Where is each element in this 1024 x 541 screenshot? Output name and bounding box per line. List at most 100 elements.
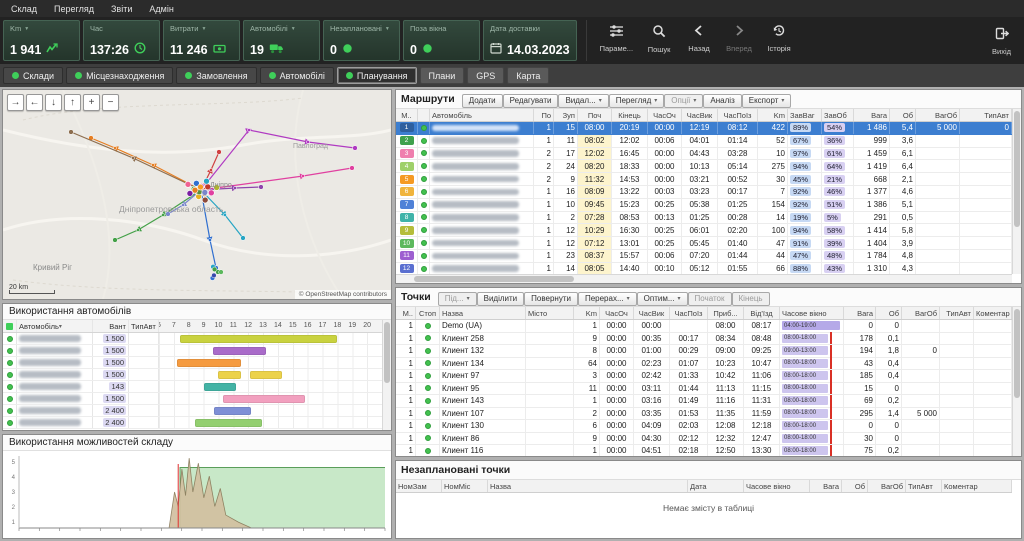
route-row[interactable]: 611608:0913:2200:0303:2300:17792%46%1 37…	[396, 186, 1012, 199]
menu-item[interactable]: Перегляд	[46, 3, 102, 15]
route-row[interactable]: 1011207:1213:0100:2505:4501:404791%39%1 …	[396, 237, 1012, 250]
panel-button[interactable]: Оптим...▾	[637, 292, 688, 306]
route-time-bar[interactable]	[177, 359, 241, 367]
column-header[interactable]: Коментар	[942, 480, 1012, 492]
pan-down-button[interactable]: ↓	[45, 94, 62, 111]
column-header[interactable]: Зуп	[554, 109, 578, 121]
stat-tile[interactable]: Дата доставки14.03.2023	[483, 20, 577, 61]
route-time-bar[interactable]	[204, 383, 237, 391]
gantt-row[interactable]: 2 400	[3, 417, 382, 429]
column-header[interactable]: ЧасОч	[648, 109, 682, 121]
route-row[interactable]: 911210:2916:3000:2506:0102:2010094%58%1 …	[396, 224, 1012, 237]
point-row[interactable]: 1Клиент 132800:0001:0000:2909:0009:2509:…	[396, 345, 1012, 358]
column-header[interactable]: ЧасОч	[600, 307, 634, 319]
point-row[interactable]: 1Клиент 107200:0003:3501:5311:3511:5908:…	[396, 408, 1012, 421]
settings-sliders-button[interactable]: Параме...	[595, 20, 638, 55]
route-row[interactable]: 1112308:3715:5700:0607:2001:444447%48%1 …	[396, 250, 1012, 263]
scrollbar-thumb[interactable]	[414, 276, 574, 282]
column-header[interactable]	[418, 109, 430, 121]
zoom-in-button[interactable]: +	[83, 94, 100, 111]
stat-tile[interactable]: Час137:26	[83, 20, 160, 61]
search-button[interactable]: Пошук	[640, 20, 678, 56]
column-header[interactable]: По	[534, 109, 554, 121]
point-row[interactable]: 1Клиент 86900:0004:3002:1212:3212:4708:0…	[396, 433, 1012, 446]
exit-button[interactable]: Вихід	[982, 23, 1021, 58]
point-row[interactable]: 1Клиент 143100:0003:1601:4911:1611:3108:…	[396, 395, 1012, 408]
scrollbar-thumb[interactable]	[1014, 111, 1020, 227]
scrollbar-thumb[interactable]	[1014, 309, 1020, 398]
pan-right-button[interactable]: →	[7, 94, 24, 111]
column-header[interactable]: Об	[890, 109, 916, 121]
tab-Замовлення[interactable]: Замовлення	[176, 67, 256, 84]
route-row[interactable]: 422408:2018:3300:0010:1305:1427594%64%1 …	[396, 160, 1012, 173]
route-time-bar[interactable]	[218, 371, 240, 379]
stat-tile[interactable]: Km▼1 941	[3, 20, 80, 61]
point-row[interactable]: 1Клиент 97300:0002:4201:3310:4211:0608:0…	[396, 370, 1012, 383]
history-button[interactable]: Історія	[760, 20, 798, 55]
route-time-bar[interactable]	[250, 371, 283, 379]
vehicle-type-column-header[interactable]: ТипАвт	[129, 320, 159, 332]
stat-tile[interactable]: Автомобілі▼19	[243, 20, 320, 61]
column-header[interactable]: Поч	[578, 109, 612, 121]
gantt-row[interactable]: 1 500	[3, 369, 382, 381]
point-row[interactable]: 1Клиент 258900:0000:3500:1708:3408:4808:…	[396, 333, 1012, 346]
column-header[interactable]: ЗавОб	[822, 109, 854, 121]
tab-Плани[interactable]: Плани	[420, 67, 465, 84]
column-header[interactable]: ТипАвт	[960, 109, 1012, 121]
column-header[interactable]: Часове вікно	[780, 307, 844, 319]
column-header[interactable]: Часове вікно	[744, 480, 810, 492]
tab-Склади[interactable]: Склади	[3, 67, 63, 84]
gantt-row[interactable]: 1 500	[3, 357, 382, 369]
menu-item[interactable]: Звіти	[103, 3, 140, 15]
gantt-row[interactable]: 1 500	[3, 345, 382, 357]
column-header[interactable]: Назва	[440, 307, 526, 319]
zoom-out-button[interactable]: −	[102, 94, 119, 111]
column-header[interactable]: Стоп	[416, 307, 440, 319]
point-row[interactable]: 1Клиент 1346400:0002:2301:0710:2310:4708…	[396, 358, 1012, 371]
column-header[interactable]: НомМіс	[442, 480, 488, 492]
column-header[interactable]: НомЗам	[396, 480, 442, 492]
stat-tile[interactable]: Поза вікна0	[403, 20, 480, 61]
panel-button[interactable]: Повернути	[524, 292, 578, 306]
point-row[interactable]: 1Клиент 116100:0004:5102:1812:5013:3008:…	[396, 445, 1012, 456]
route-time-bar[interactable]	[213, 347, 267, 355]
route-row[interactable]: 111508:0020:1900:0012:1908:1242289%54%1 …	[396, 122, 1012, 135]
gantt-row[interactable]: 1 500	[3, 333, 382, 345]
column-header[interactable]: ВагОб	[902, 307, 940, 319]
point-row[interactable]: 1Клиент 130600:0004:0902:0312:0812:1808:…	[396, 420, 1012, 433]
column-header[interactable]: М..	[396, 307, 416, 319]
column-header[interactable]: Вага	[810, 480, 842, 492]
column-header[interactable]: ВагОб	[868, 480, 906, 492]
panel-button[interactable]: Редагувати	[503, 94, 559, 108]
gantt-row[interactable]: 1 500	[3, 393, 382, 405]
route-row[interactable]: 52911:3214:5300:0003:2100:523045%21%6682…	[396, 173, 1012, 186]
column-header[interactable]: ЧасПоїз	[670, 307, 708, 319]
panel-button[interactable]: Перегляд▾	[609, 94, 665, 108]
panel-button[interactable]: Експорт▾	[742, 94, 792, 108]
point-row[interactable]: 1Клиент 951100:0003:1101:4411:1311:1508:…	[396, 383, 1012, 396]
routes-vertical-scrollbar[interactable]	[1012, 109, 1021, 274]
column-header[interactable]: М..	[396, 109, 418, 121]
column-header[interactable]: Автомобіль	[430, 109, 534, 121]
column-header[interactable]: Приб...	[708, 307, 744, 319]
panel-button[interactable]: Перерах...▾	[578, 292, 637, 306]
routes-horizontal-scrollbar[interactable]	[396, 274, 1012, 283]
route-time-bar[interactable]	[223, 395, 305, 403]
tab-GPS[interactable]: GPS	[467, 67, 504, 84]
tab-Карта[interactable]: Карта	[507, 67, 549, 84]
column-header[interactable]: ЧасПоїз	[718, 109, 758, 121]
tab-Місцезнаходження[interactable]: Місцезнаходження	[66, 67, 173, 84]
route-row[interactable]: 1211408:0514:4000:1005:1201:556688%43%1 …	[396, 263, 1012, 274]
menu-item[interactable]: Адмін	[141, 3, 181, 15]
column-header[interactable]: Від'їзд	[744, 307, 780, 319]
panel-button[interactable]: Виділити	[477, 292, 525, 306]
column-header[interactable]: Кінець	[612, 109, 648, 121]
route-row[interactable]: 211108:0212:0200:0604:0101:145267%36%999…	[396, 135, 1012, 148]
route-time-bar[interactable]	[195, 419, 262, 427]
column-header[interactable]: Назва	[488, 480, 688, 492]
gantt-row[interactable]: 143	[3, 381, 382, 393]
vehicle-column-header[interactable]: Автомобіль▾	[17, 320, 93, 332]
vehicle-gantt-scrollbar[interactable]	[382, 320, 391, 430]
column-header[interactable]: ЧасВик	[634, 307, 670, 319]
scrollbar-thumb[interactable]	[384, 322, 390, 383]
